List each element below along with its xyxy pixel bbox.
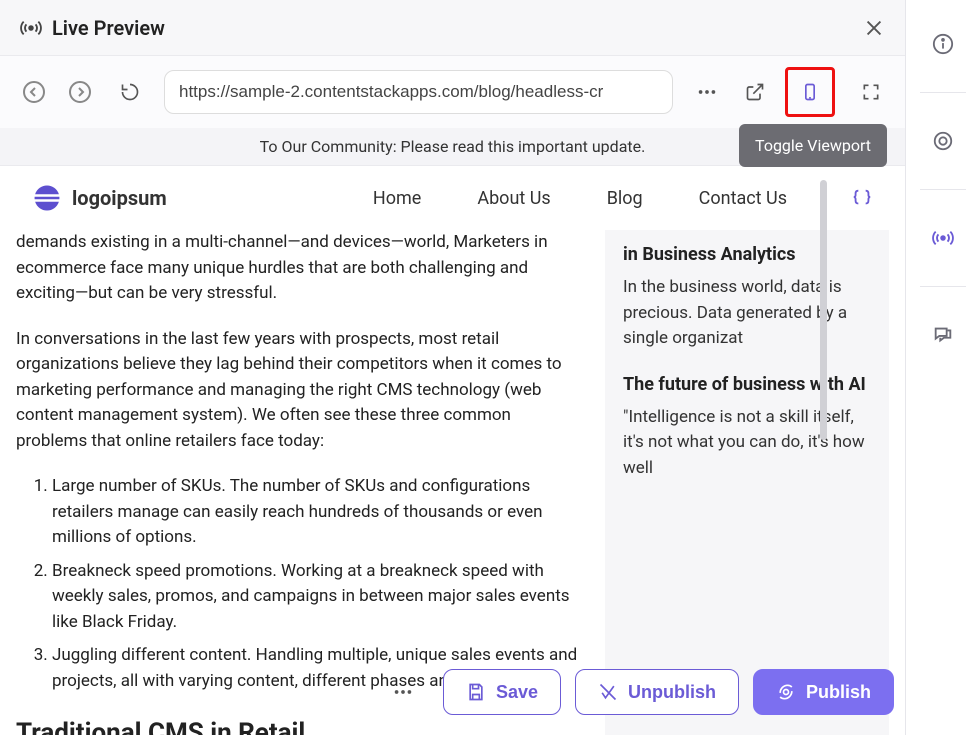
viewport-toggle-highlight	[785, 67, 835, 117]
related-body: In the business world, data is precious.…	[623, 275, 871, 352]
nav-home[interactable]: Home	[373, 188, 421, 209]
related-sidebar: in Business Analytics In the business wo…	[605, 230, 889, 735]
unpublish-label: Unpublish	[628, 682, 716, 703]
save-label: Save	[496, 682, 538, 703]
nav-blog[interactable]: Blog	[607, 188, 643, 209]
paragraph: demands existing in a multi-channel—and …	[16, 230, 581, 307]
back-button[interactable]	[16, 74, 52, 110]
save-icon	[466, 682, 486, 702]
forward-button[interactable]	[62, 74, 98, 110]
fullscreen-icon[interactable]	[853, 74, 889, 110]
scrollbar-thumb[interactable]	[820, 180, 827, 440]
live-icon	[20, 17, 42, 39]
action-bar: Save Unpublish Publish	[385, 669, 894, 715]
tooltip: Toggle Viewport	[739, 124, 887, 167]
nav-contact[interactable]: Contact Us	[699, 188, 787, 209]
list-item: Breakneck speed promotions. Working at a…	[52, 559, 581, 636]
scrollbar[interactable]	[820, 180, 827, 650]
info-icon[interactable]	[923, 24, 963, 64]
unpublish-icon	[598, 682, 618, 702]
page-title: Live Preview	[52, 16, 165, 40]
paragraph: In conversations in the last few years w…	[16, 327, 581, 455]
site-header: logoipsum Home About Us Blog Contact Us	[0, 166, 905, 230]
logo-icon	[32, 183, 62, 213]
chat-icon[interactable]	[923, 315, 963, 355]
save-button[interactable]: Save	[443, 669, 561, 715]
logo[interactable]: logoipsum	[32, 183, 167, 213]
heading: Traditional CMS in Retail	[16, 718, 581, 735]
reload-button[interactable]	[112, 74, 148, 110]
toggle-viewport-button[interactable]	[792, 74, 828, 110]
live-preview-icon[interactable]	[923, 218, 963, 258]
open-external-icon[interactable]	[737, 74, 773, 110]
related-title[interactable]: The future of business with AI	[623, 374, 871, 395]
more-actions-icon[interactable]	[385, 674, 421, 710]
title-bar: Live Preview	[0, 0, 905, 56]
right-tool-rail	[905, 0, 980, 735]
unpublish-button[interactable]: Unpublish	[575, 669, 739, 715]
divider	[920, 189, 966, 190]
publish-button[interactable]: Publish	[753, 669, 894, 715]
json-preview-icon[interactable]	[851, 187, 873, 209]
more-icon[interactable]	[689, 74, 725, 110]
url-input[interactable]	[164, 70, 673, 114]
tooltip-text: Toggle Viewport	[755, 136, 871, 155]
divider	[920, 286, 966, 287]
ordered-list: Large number of SKUs. The number of SKUs…	[16, 474, 581, 694]
logo-text: logoipsum	[72, 186, 167, 210]
nav-about[interactable]: About Us	[477, 188, 550, 209]
main-nav: Home About Us Blog Contact Us	[373, 187, 873, 209]
url-bar	[0, 56, 905, 128]
target-icon[interactable]	[923, 121, 963, 161]
article-body: demands existing in a multi-channel—and …	[16, 230, 605, 735]
list-item: Large number of SKUs. The number of SKUs…	[52, 474, 581, 551]
divider	[920, 92, 966, 93]
related-body: "Intelligence is not a skill itself, it'…	[623, 405, 871, 482]
publish-icon	[776, 682, 796, 702]
related-title[interactable]: in Business Analytics	[623, 244, 871, 265]
banner-text: To Our Community: Please read this impor…	[260, 137, 646, 156]
close-icon[interactable]	[863, 17, 885, 39]
publish-label: Publish	[806, 682, 871, 703]
